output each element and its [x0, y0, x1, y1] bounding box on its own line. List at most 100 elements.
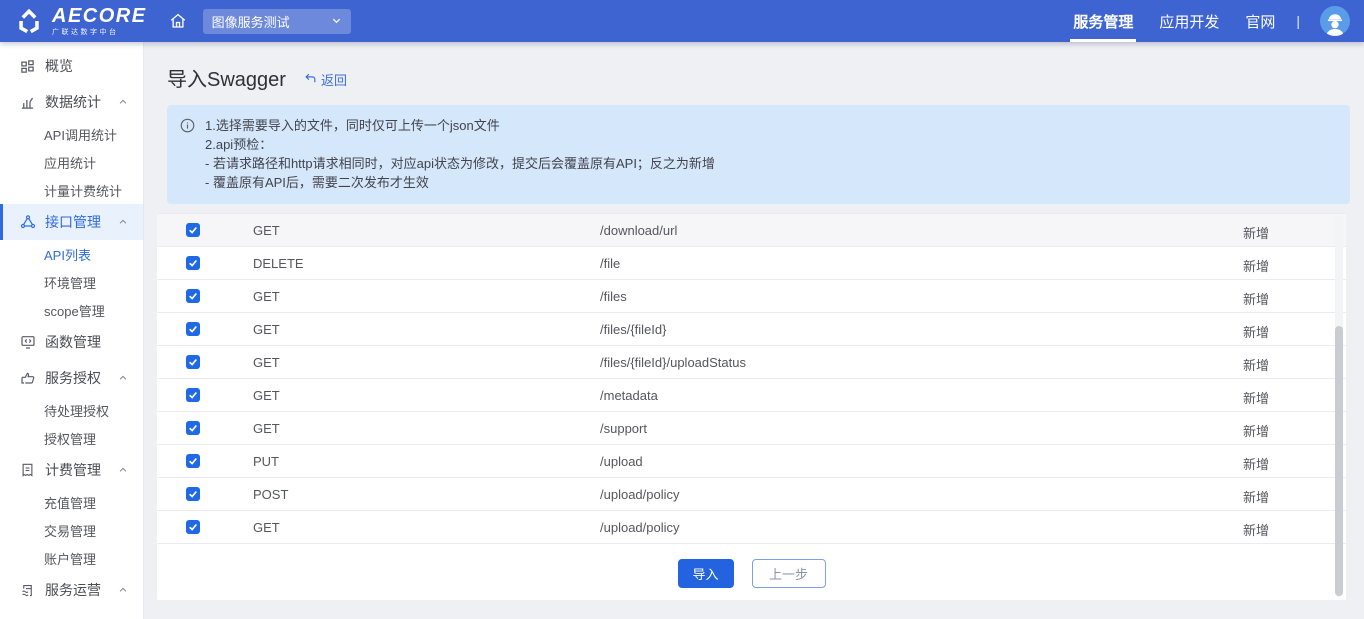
sidebar-item-trade-mgmt[interactable]: 交易管理 [0, 516, 143, 544]
table-row[interactable]: DELETE/file新增 [157, 247, 1346, 280]
page-head: 导入Swagger 返回 [144, 42, 1364, 92]
row-checkbox[interactable] [186, 487, 200, 501]
notice-line: - 覆盖原有API后，需要二次发布才生效 [205, 173, 1336, 192]
table-scrollbar[interactable] [1335, 216, 1343, 597]
chevron-up-icon[interactable] [118, 585, 128, 595]
method-cell: GET [253, 520, 280, 535]
chevron-up-icon[interactable] [118, 373, 128, 383]
back-link[interactable]: 返回 [304, 70, 347, 89]
aecore-logo-icon [14, 6, 44, 36]
sidebar-item-api-management[interactable]: 接口管理 [0, 204, 143, 240]
table-row[interactable]: GET/metadata新增 [157, 379, 1346, 412]
button-row: 导入 上一步 [157, 544, 1346, 588]
sidebar-item-service-ops[interactable]: 服务运营 [0, 572, 143, 608]
status-cell: 新增 [1243, 355, 1269, 374]
row-checkbox[interactable] [186, 388, 200, 402]
status-cell: 新增 [1243, 454, 1269, 473]
sidebar-item-app-stats[interactable]: 应用统计 [0, 148, 143, 176]
method-cell: GET [253, 388, 280, 403]
user-avatar[interactable] [1320, 6, 1350, 36]
table-row[interactable]: GET/upload/policy新增 [157, 511, 1346, 544]
nav-item-app-development[interactable]: 应用开发 [1146, 0, 1232, 42]
sidebar-item-label: 账户管理 [44, 549, 96, 568]
row-checkbox[interactable] [186, 454, 200, 468]
sidebar-item-pending-auth[interactable]: 待处理授权 [0, 396, 143, 424]
sidebar-item-data-stats[interactable]: 数据统计 [0, 84, 143, 120]
row-checkbox[interactable] [186, 355, 200, 369]
sidebar-item-auth-management[interactable]: 授权管理 [0, 424, 143, 452]
table-row[interactable]: GET/files/{fileId}/uploadStatus 新增 [157, 346, 1346, 379]
top-nav: 服务管理 应用开发 官网 | [1060, 0, 1350, 42]
sidebar-item-billing-mgmt[interactable]: 计费管理 [0, 452, 143, 488]
row-checkbox[interactable] [186, 223, 200, 237]
path-cell: /download/url [600, 223, 677, 238]
back-arrow-icon [304, 72, 317, 88]
function-icon [19, 334, 36, 351]
row-checkbox[interactable] [186, 421, 200, 435]
status-cell: 新增 [1243, 322, 1269, 341]
table-row[interactable]: GET/files/{fileId}新增 [157, 313, 1346, 346]
sidebar-item-function-mgmt[interactable]: 函数管理 [0, 324, 143, 360]
row-checkbox[interactable] [186, 289, 200, 303]
sidebar-item-metering-stats[interactable]: 计量计费统计 [0, 176, 143, 204]
brand-logo: AECORE 广联达数字中台 [14, 6, 147, 36]
auth-icon [19, 370, 36, 387]
overview-icon [19, 58, 36, 75]
method-cell: GET [253, 223, 280, 238]
path-cell: /file [600, 256, 620, 271]
status-cell: 新增 [1243, 289, 1269, 308]
notice-line: 1.选择需要导入的文件，同时仅可上传一个json文件 [205, 116, 1336, 135]
sidebar-item-label: 待处理授权 [44, 401, 109, 420]
method-cell: GET [253, 322, 280, 337]
nav-label: 服务管理 [1073, 11, 1133, 32]
sidebar-item-label: 服务运营 [45, 580, 101, 600]
path-cell: /files/{fileId}/uploadStatus [600, 355, 746, 370]
back-label: 返回 [321, 70, 347, 89]
status-cell: 新增 [1243, 223, 1269, 242]
path-cell: /metadata [600, 388, 658, 403]
top-header: AECORE 广联达数字中台 图像服务测试 服务管理 应用开发 官网 | [0, 0, 1364, 42]
method-cell: GET [253, 355, 280, 370]
table-row[interactable]: GET/download/url 新增 [157, 214, 1346, 247]
notice-line: 2.api预检： [205, 135, 1336, 154]
info-icon [180, 118, 195, 133]
workspace-select[interactable]: 图像服务测试 [203, 9, 351, 34]
page-title: 导入Swagger [167, 63, 286, 92]
sidebar-item-label: 环境管理 [44, 273, 96, 292]
previous-step-button[interactable]: 上一步 [752, 559, 826, 588]
path-cell: /files [600, 289, 627, 304]
stats-icon [19, 94, 36, 111]
row-checkbox[interactable] [186, 256, 200, 270]
table-row[interactable]: GET/support新增 [157, 412, 1346, 445]
table-row[interactable]: GET/files新增 [157, 280, 1346, 313]
chevron-up-icon[interactable] [118, 97, 128, 107]
sidebar-item-label: 计量计费统计 [44, 181, 122, 200]
sidebar-item-api-call-stats[interactable]: API调用统计 [0, 120, 143, 148]
chevron-up-icon[interactable] [118, 465, 128, 475]
chevron-up-icon[interactable] [118, 217, 128, 227]
billing-icon [19, 462, 36, 479]
sidebar-item-api-list[interactable]: API列表 [0, 240, 143, 268]
notice-line: - 若请求路径和http请求相同时，对应api状态为修改，提交后会覆盖原有API… [205, 154, 1336, 173]
sidebar-item-overview[interactable]: 概览 [0, 48, 143, 84]
status-cell: 新增 [1243, 421, 1269, 440]
brand-name: AECORE [52, 6, 147, 26]
row-checkbox[interactable] [186, 322, 200, 336]
row-checkbox[interactable] [186, 520, 200, 534]
table-row[interactable]: POST/upload/policy新增 [157, 478, 1346, 511]
import-button[interactable]: 导入 [678, 559, 734, 588]
table-row[interactable]: PUT/upload新增 [157, 445, 1346, 478]
home-icon[interactable] [169, 12, 187, 30]
scrollbar-thumb[interactable] [1335, 326, 1343, 596]
sidebar-item-recharge-mgmt[interactable]: 充值管理 [0, 488, 143, 516]
sidebar-item-label: 函数管理 [45, 332, 101, 352]
sidebar-item-scope-management[interactable]: scope管理 [0, 296, 143, 324]
sidebar-item-service-auth[interactable]: 服务授权 [0, 360, 143, 396]
path-cell: /support [600, 421, 647, 436]
nav-item-service-management[interactable]: 服务管理 [1060, 0, 1146, 42]
nav-item-official-site[interactable]: 官网 [1232, 0, 1288, 42]
sidebar-item-env-management[interactable]: 环境管理 [0, 268, 143, 296]
sidebar-menu: 概览数据统计API调用统计应用统计计量计费统计接口管理API列表环境管理 scop… [0, 48, 143, 608]
sidebar-item-account-mgmt[interactable]: 账户管理 [0, 544, 143, 572]
nav-separator: | [1296, 13, 1300, 29]
